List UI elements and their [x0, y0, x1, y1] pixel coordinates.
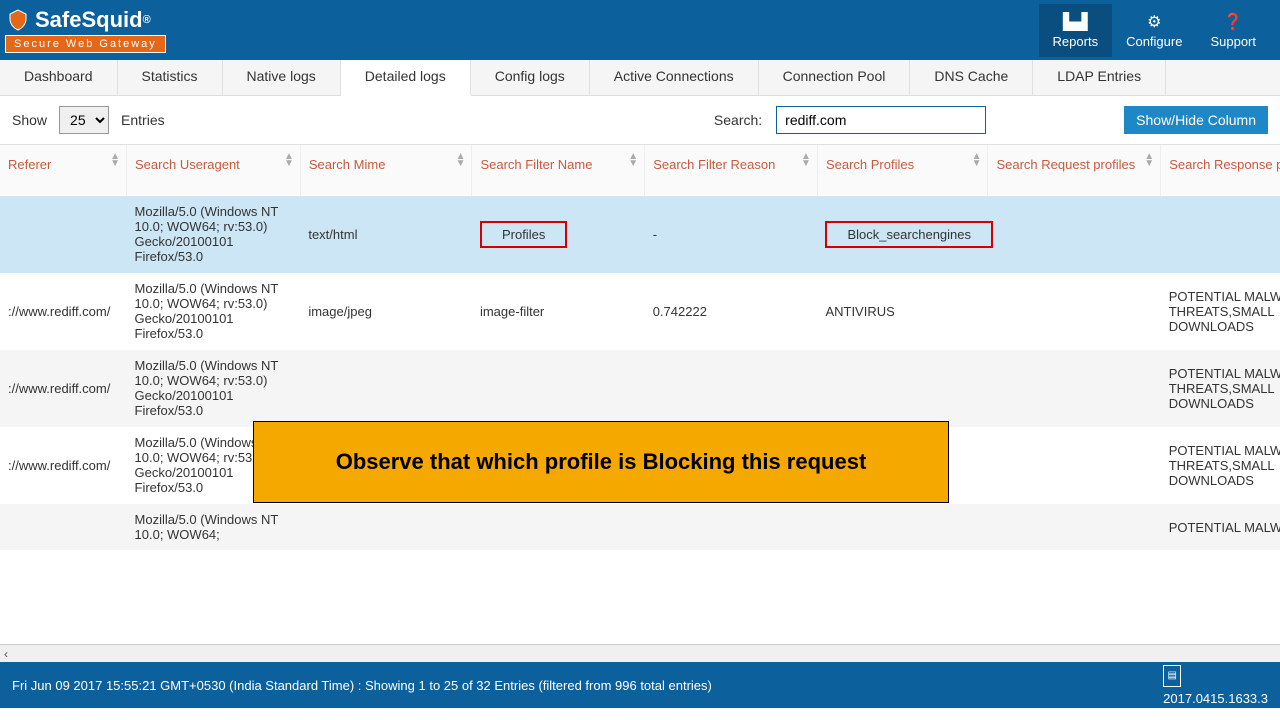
show-hide-column-button[interactable]: Show/Hide Column: [1124, 106, 1268, 134]
highlighted-value: Block_searchengines: [825, 221, 993, 248]
col-response-profiles[interactable]: Search Response profiles▲▼: [1161, 145, 1280, 196]
footer-version: 2017.0415.1633.3: [1163, 691, 1268, 706]
table-cell: Mozilla/5.0 (Windows NT 10.0; WOW64; rv:…: [127, 273, 301, 350]
sort-icon: ▲▼: [110, 153, 120, 167]
search-input[interactable]: [776, 106, 986, 134]
shield-icon: [5, 7, 31, 33]
brand-name: SafeSquid: [35, 7, 143, 33]
tab-native-logs[interactable]: Native logs: [223, 60, 341, 95]
col-profiles[interactable]: Search Profiles▲▼: [817, 145, 988, 196]
col-filter-name[interactable]: Search Filter Name▲▼: [472, 145, 645, 196]
chart-icon: ▙▟: [1053, 12, 1099, 32]
table-cell: [988, 273, 1161, 350]
entries-select[interactable]: 25: [59, 106, 109, 134]
sort-icon: ▲▼: [801, 153, 811, 167]
configure-nav[interactable]: ⚙ Configure: [1112, 4, 1196, 57]
highlighted-value: Profiles: [480, 221, 567, 248]
table-cell: [300, 350, 472, 427]
brand-reg: ®: [143, 14, 151, 26]
sort-icon: ▲▼: [972, 153, 982, 167]
table-cell: POTENTIAL MALWARE: [1161, 504, 1280, 551]
table-cell: [0, 196, 127, 273]
table-cell: -: [645, 196, 818, 273]
reports-nav[interactable]: ▙▟ Reports: [1039, 4, 1113, 57]
tab-active-connections[interactable]: Active Connections: [590, 60, 759, 95]
tab-dashboard[interactable]: Dashboard: [0, 60, 118, 95]
table-cell: [988, 504, 1161, 551]
scroll-left-icon[interactable]: ‹: [4, 647, 8, 661]
table-cell: image/jpeg: [300, 273, 472, 350]
table-cell: Block_searchengines: [817, 196, 988, 273]
sort-icon: ▲▼: [284, 153, 294, 167]
table-cell: [988, 350, 1161, 427]
support-label: Support: [1210, 34, 1256, 49]
entries-label: Entries: [121, 112, 165, 128]
table-cell: ANTIVIRUS: [817, 273, 988, 350]
table-cell: Mozilla/5.0 (Windows NT 10.0; WOW64; rv:…: [127, 196, 301, 273]
table-cell: POTENTIAL MALWARE THREATS,SMALL DOWNLOAD…: [1161, 350, 1280, 427]
tab-bar: Dashboard Statistics Native logs Detaile…: [0, 60, 1280, 96]
show-label: Show: [12, 112, 47, 128]
col-useragent[interactable]: Search Useragent▲▼: [127, 145, 301, 196]
table-row[interactable]: ://www.rediff.com/Mozilla/5.0 (Windows N…: [0, 350, 1280, 427]
sort-icon: ▲▼: [1144, 153, 1154, 167]
table-cell: [817, 350, 988, 427]
table-cell: Mozilla/5.0 (Windows NT 10.0; WOW64;: [127, 504, 301, 551]
table-cell: [817, 504, 988, 551]
col-referer[interactable]: Referer▲▼: [0, 145, 127, 196]
horizontal-scrollbar[interactable]: ‹: [0, 644, 1280, 662]
table-cell: [1161, 196, 1280, 273]
search-label: Search:: [714, 112, 762, 128]
table-cell: 0.742222: [645, 273, 818, 350]
reports-label: Reports: [1053, 34, 1099, 49]
table-cell: ://www.rediff.com/: [0, 273, 127, 350]
sort-icon: ▲▼: [456, 153, 466, 167]
sort-icon: ▲▼: [628, 153, 638, 167]
header-row: Referer▲▼ Search Useragent▲▼ Search Mime…: [0, 145, 1280, 196]
table-cell: [472, 504, 645, 551]
table-cell: POTENTIAL MALWARE THREATS,SMALL DOWNLOAD…: [1161, 273, 1280, 350]
top-bar: SafeSquid® Secure Web Gateway ▙▟ Reports…: [0, 0, 1280, 60]
export-icon[interactable]: ▤: [1163, 665, 1181, 687]
table-cell: image-filter: [472, 273, 645, 350]
col-request-profiles[interactable]: Search Request profiles▲▼: [988, 145, 1161, 196]
configure-label: Configure: [1126, 34, 1182, 49]
table-row[interactable]: ://www.rediff.com/Mozilla/5.0 (Windows N…: [0, 273, 1280, 350]
table-cell: [988, 427, 1161, 504]
tab-config-logs[interactable]: Config logs: [471, 60, 590, 95]
footer-status: Fri Jun 09 2017 15:55:21 GMT+0530 (India…: [12, 678, 712, 693]
tab-detailed-logs[interactable]: Detailed logs: [341, 60, 471, 96]
table-cell: ://www.rediff.com/: [0, 350, 127, 427]
table-cell: [472, 350, 645, 427]
table-cell: [300, 504, 472, 551]
table-cell: [645, 350, 818, 427]
top-actions: ▙▟ Reports ⚙ Configure ❓ Support: [1039, 4, 1270, 57]
table-cell: [645, 504, 818, 551]
gears-icon: ⚙: [1126, 12, 1182, 32]
annotation-overlay: Observe that which profile is Blocking t…: [253, 421, 949, 503]
col-mime[interactable]: Search Mime▲▼: [300, 145, 472, 196]
tab-connection-pool[interactable]: Connection Pool: [759, 60, 911, 95]
footer-bar: Fri Jun 09 2017 15:55:21 GMT+0530 (India…: [0, 662, 1280, 708]
tab-ldap-entries[interactable]: LDAP Entries: [1033, 60, 1166, 95]
table-row[interactable]: Mozilla/5.0 (Windows NT 10.0; WOW64; rv:…: [0, 196, 1280, 273]
tab-dns-cache[interactable]: DNS Cache: [910, 60, 1033, 95]
table-container[interactable]: Referer▲▼ Search Useragent▲▼ Search Mime…: [0, 144, 1280, 644]
support-nav[interactable]: ❓ Support: [1196, 4, 1270, 57]
help-icon: ❓: [1210, 12, 1256, 32]
table-cell: Profiles: [472, 196, 645, 273]
col-filter-reason[interactable]: Search Filter Reason▲▼: [645, 145, 818, 196]
table-cell: Mozilla/5.0 (Windows NT 10.0; WOW64; rv:…: [127, 350, 301, 427]
logo-area: SafeSquid® Secure Web Gateway: [5, 7, 166, 53]
table-cell: ://www.rediff.com/: [0, 427, 127, 504]
table-cell: text/html: [300, 196, 472, 273]
tab-statistics[interactable]: Statistics: [118, 60, 223, 95]
table-row[interactable]: Mozilla/5.0 (Windows NT 10.0; WOW64; POTE…: [0, 504, 1280, 551]
table-cell: [988, 196, 1161, 273]
table-cell: POTENTIAL MALWARE THREATS,SMALL DOWNLOAD…: [1161, 427, 1280, 504]
controls-row: Show 25 Entries Search: Show/Hide Column: [0, 96, 1280, 144]
table-cell: [0, 504, 127, 551]
brand-tagline: Secure Web Gateway: [5, 35, 166, 53]
brand-logo: SafeSquid®: [5, 7, 166, 33]
